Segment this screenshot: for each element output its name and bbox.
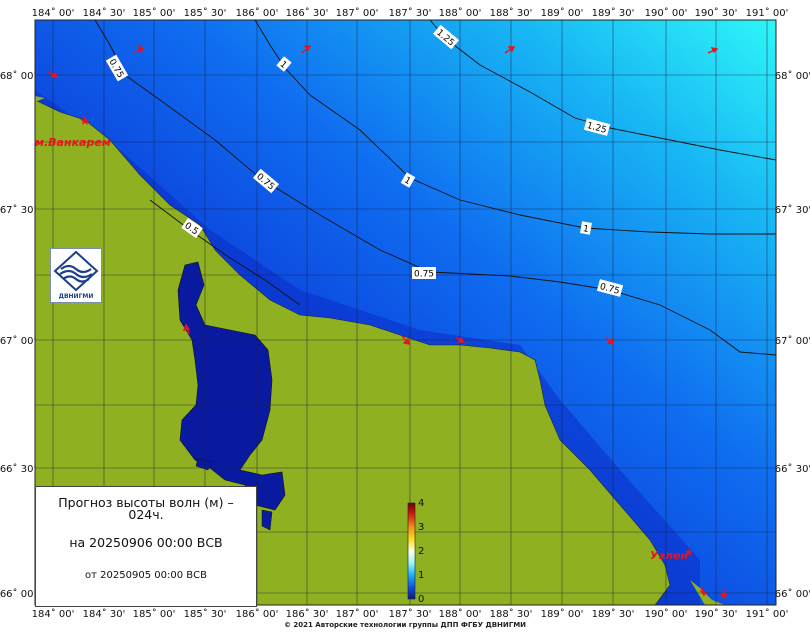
forecast-valid-time: на 20250906 00:00 ВСВ: [69, 535, 223, 550]
lon-label: 184˚ 30': [83, 608, 126, 620]
lon-label: 187˚ 30': [389, 608, 432, 620]
lon-label: 185˚ 30': [184, 7, 227, 19]
lat-labels-right: 68˚ 00' 67˚ 30' 67˚ 00' 66˚ 30' 66˚ 00': [775, 70, 810, 600]
lon-label: 188˚ 30': [490, 608, 533, 620]
contour-label-075-low: 0.75: [414, 270, 434, 280]
lon-labels-bottom: 184˚ 00' 184˚ 30' 185˚ 00' 185˚ 30' 186˚…: [32, 608, 789, 620]
lat-label: 67˚ 30': [0, 204, 36, 216]
lon-label: 186˚ 30': [286, 7, 329, 19]
lon-label: 184˚ 00': [32, 608, 75, 620]
lon-label: 185˚ 30': [184, 608, 227, 620]
place-vankarem-marker: ★: [79, 114, 91, 129]
forecast-issued-time: от 20250905 00:00 ВСВ: [85, 570, 207, 581]
lon-label: 185˚ 00': [133, 608, 176, 620]
lon-label: 190˚ 00': [645, 608, 688, 620]
colorbar-gradient: [407, 502, 416, 600]
lon-label: 191˚ 00': [746, 608, 789, 620]
dvnigmi-emblem-icon: [53, 250, 99, 292]
colorbar-tick: 2: [418, 546, 424, 557]
lon-label: 191˚ 00': [746, 7, 789, 19]
colorbar-tick: 3: [418, 522, 424, 533]
lon-label: 185˚ 00': [133, 7, 176, 19]
lon-label: 190˚ 30': [695, 7, 738, 19]
place-vankarem-label: м.Ванкарем: [35, 136, 111, 149]
lat-labels-left: 68˚ 00' 67˚ 30' 67˚ 00' 66˚ 30' 66˚ 00': [0, 70, 36, 600]
forecast-info-on-page: Прогноз высоты волн (м) – 024ч. на 20250…: [35, 486, 257, 607]
lon-label: 187˚ 00': [336, 608, 379, 620]
star-icon: ★: [79, 114, 91, 129]
lat-label: 67˚ 30': [775, 204, 810, 216]
lon-label: 184˚ 00': [32, 7, 75, 19]
lat-label: 68˚ 00': [775, 70, 810, 82]
bay-inlet-2: [261, 509, 273, 531]
lon-label: 188˚ 30': [490, 7, 533, 19]
lat-label: 66˚ 30': [0, 463, 36, 475]
lon-label: 190˚ 00': [645, 7, 688, 19]
place-uelen-label: Уэлен: [650, 549, 689, 562]
lon-label: 186˚ 00': [236, 608, 279, 620]
copyright-footer: © 2021 Авторские технологии группы ДПП Ф…: [283, 621, 527, 629]
lon-label: 186˚ 30': [286, 608, 329, 620]
lon-labels-top: 184˚ 00' 184˚ 30' 185˚ 00' 185˚ 30' 186˚…: [32, 7, 789, 19]
logo-text: ДВНИГМИ: [58, 293, 94, 300]
lon-label: 189˚ 00': [541, 608, 584, 620]
lon-label: 188˚ 00': [439, 7, 482, 19]
lon-label: 187˚ 00': [336, 7, 379, 19]
lon-label: 190˚ 30': [695, 608, 738, 620]
colorbar-tick: 4: [418, 498, 424, 509]
lon-label: 188˚ 00': [439, 608, 482, 620]
lon-label: 189˚ 30': [592, 7, 635, 19]
lat-label: 66˚ 00': [0, 588, 36, 600]
lon-label: 189˚ 00': [541, 7, 584, 19]
lat-label: 66˚ 30': [775, 463, 810, 475]
forecast-title: Прогноз высоты волн (м) – 024ч.: [58, 495, 234, 522]
lon-label: 184˚ 30': [83, 7, 126, 19]
colorbar-tick: 1: [418, 570, 424, 581]
lat-label: 67˚ 00': [775, 335, 810, 347]
lat-label: 66˚ 00': [775, 588, 810, 600]
lon-label: 186˚ 00': [236, 7, 279, 19]
lat-label: 67˚ 00': [0, 335, 36, 347]
dvnigmi-logo: ДВНИГМИ: [50, 248, 102, 303]
lon-label: 187˚ 30': [389, 7, 432, 19]
colorbar-tick: 0: [418, 594, 424, 605]
lat-label: 68˚ 00': [0, 70, 36, 82]
lon-label: 189˚ 30': [592, 608, 635, 620]
